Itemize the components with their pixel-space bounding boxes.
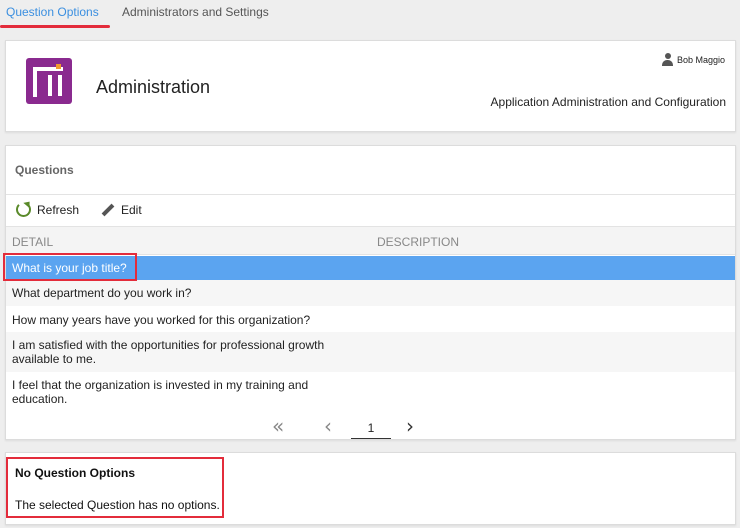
divider [6, 194, 735, 195]
user-info[interactable]: Bob Maggio [661, 53, 725, 66]
first-page-button[interactable]: « [272, 414, 284, 438]
header-card: Administration Bob Maggio Application Ad… [5, 40, 736, 132]
column-header-description[interactable]: DESCRIPTION [377, 235, 459, 249]
previous-page-button[interactable]: ‹ [324, 414, 332, 438]
tab-question-options[interactable]: Question Options [6, 5, 99, 19]
row-detail: I feel that the organization is invested… [12, 378, 309, 406]
refresh-button[interactable]: Refresh [16, 202, 79, 217]
row-detail: I am satisfied with the opportunities fo… [12, 338, 325, 366]
selected-row-highlight-box [3, 253, 137, 281]
questions-panel-title: Questions [15, 163, 74, 177]
table-row[interactable]: What department do you work in? [6, 280, 735, 306]
refresh-icon [16, 202, 31, 217]
user-icon [661, 53, 673, 66]
row-detail: How many years have you worked for this … [12, 313, 311, 327]
row-detail: What department do you work in? [12, 286, 192, 300]
pencil-icon [99, 202, 115, 218]
page-title: Administration [96, 77, 211, 97]
ni-logo-icon [26, 58, 72, 104]
refresh-label: Refresh [37, 202, 80, 217]
pagination: « ‹ 1 › [6, 411, 735, 441]
edit-label: Edit [121, 203, 142, 217]
edit-button[interactable]: Edit [99, 202, 142, 218]
table-row[interactable]: How many years have you worked for this … [6, 306, 735, 332]
table-row[interactable]: I feel that the organization is invested… [6, 372, 735, 410]
page-number[interactable]: 1 [351, 421, 391, 439]
options-highlight-box [6, 457, 224, 518]
next-page-button[interactable]: › [406, 414, 414, 438]
active-tab-indicator [0, 25, 110, 28]
tab-administrators-and-settings[interactable]: Administrators and Settings [122, 5, 269, 19]
table-header: DETAIL DESCRIPTION [6, 226, 735, 255]
user-name: Bob Maggio [676, 54, 725, 65]
page-subtitle: Application Administration and Configura… [490, 95, 726, 109]
tab-bar: Question Options Administrators and Sett… [0, 0, 740, 32]
table-row[interactable]: I am satisfied with the opportunities fo… [6, 332, 735, 372]
column-header-detail[interactable]: DETAIL [12, 235, 53, 249]
questions-panel: Questions Refresh Edit DETAIL DESCRIPTIO… [5, 145, 736, 440]
